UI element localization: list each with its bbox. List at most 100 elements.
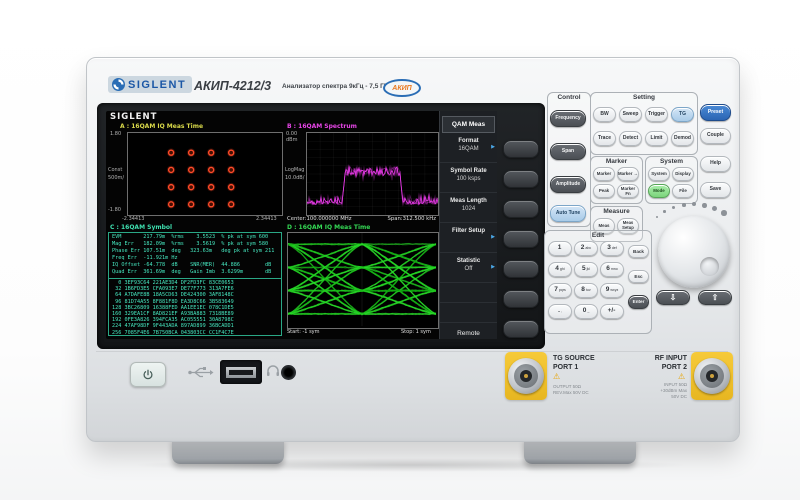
symbol-hex-table: 0 3EF93C64 221AE3D4 DF2FD3FC 83CE0653 32… [112, 280, 234, 336]
knob-dot [692, 202, 696, 206]
softkey-7[interactable] [503, 320, 539, 338]
menu-item-blank [440, 303, 497, 323]
panel-seam [96, 351, 728, 352]
key-0[interactable]: 0_ [574, 304, 598, 319]
esc-button[interactable]: Esc [628, 270, 649, 283]
softkey-3[interactable] [503, 200, 539, 218]
menu-item-symbol-rate: Symbol Rate100 ksps [440, 163, 497, 193]
meas-line: Freq Err -11.921m Hz [112, 255, 274, 262]
setting-section-label: Setting [591, 94, 697, 101]
usb-port-inner [226, 367, 256, 378]
menu-item-label: Format [440, 133, 497, 144]
trace-button[interactable]: Trace [593, 131, 616, 146]
control-section-label: Control [548, 94, 590, 101]
window-a-title: A : 16QAM IQ Meas Time [120, 123, 203, 130]
span-button[interactable]: Span [550, 143, 586, 160]
key-dot[interactable]: ., [548, 304, 572, 319]
siglent-logo: SIGLENT [108, 76, 192, 93]
key-plusminus[interactable]: +/- [600, 304, 624, 319]
menu-item-label: Filter Setup [440, 223, 497, 234]
menu-item-label: Symbol Rate [440, 163, 497, 174]
table-divider [109, 278, 281, 279]
frequency-button[interactable]: Frequency [550, 110, 586, 127]
key-5[interactable]: 5jkl [574, 262, 598, 277]
audio-jack [281, 365, 296, 380]
tg-button[interactable]: TG [671, 107, 694, 122]
key-digit: 5jkl [582, 266, 590, 273]
tg-source-label: TG SOURCE [553, 354, 595, 363]
softkey-4[interactable] [503, 230, 539, 248]
marker-to-button[interactable]: Marker → [617, 167, 639, 181]
tg-port-label: PORT 1 [553, 363, 578, 372]
marker-fn-button[interactable]: Marker Fn [617, 184, 639, 198]
key-1[interactable]: 1 [548, 241, 572, 256]
key-2[interactable]: 2abc [574, 241, 598, 256]
auto-tune-button[interactable]: Auto Tune [550, 205, 586, 222]
akip-badge-text: АКИП [392, 85, 411, 92]
couple-button[interactable]: Couple [700, 128, 731, 144]
tg-source-connector [508, 358, 544, 394]
softkey-2[interactable] [503, 170, 539, 188]
key-7[interactable]: 7pqrs [548, 283, 572, 298]
soft-menu-items: Format16QAM▶Symbol Rate100 kspsMeas Leng… [440, 133, 497, 323]
demod-button[interactable]: Demod [671, 131, 694, 146]
b-span: Span:312.500 kHz [387, 216, 436, 222]
softkey-6[interactable] [503, 290, 539, 308]
down-arrow-button[interactable]: ⇩ [656, 290, 690, 305]
menu-item-value: Off [440, 264, 497, 272]
trigger-button[interactable]: Trigger [645, 107, 668, 122]
sweep-button[interactable]: Sweep [619, 107, 642, 122]
siglent-logo-icon [112, 78, 125, 91]
softkey-1[interactable] [503, 140, 539, 158]
preset-button[interactable]: Preset [700, 104, 731, 121]
d-x-stop: Stop: 1 sym [401, 329, 431, 335]
key-digit: 3def [607, 245, 617, 252]
submenu-arrow-icon: ▶ [491, 264, 495, 270]
key-digit: 2abc [581, 245, 591, 252]
menu-item-value: 1024 [440, 204, 497, 212]
hex-line: 64 A7DAFE8B 18A5CD63 DE424300 3AF8148C [112, 292, 234, 298]
key-9[interactable]: 9wxyz [600, 283, 624, 298]
submenu-arrow-icon: ▶ [491, 234, 495, 240]
system-button[interactable]: System [648, 167, 670, 181]
key-6[interactable]: 6mno [600, 262, 624, 277]
file-button[interactable]: File [672, 184, 694, 198]
constellation-plot-frame [127, 132, 283, 216]
key-3[interactable]: 3def [600, 241, 624, 256]
enter-button[interactable]: Enter [628, 295, 649, 309]
product-photo-stage: SIGLENT АКИП-4212/3 Анализатор спектра 9… [0, 0, 800, 500]
rotary-knob[interactable] [658, 216, 730, 288]
key-8[interactable]: 8tuv [574, 283, 598, 298]
key-digit: 7pqrs [554, 287, 566, 294]
save-button[interactable]: Save [700, 182, 731, 198]
power-button[interactable] [130, 362, 166, 387]
b-ref-unit: dBm [286, 137, 297, 143]
limit-button[interactable]: Limit [645, 131, 668, 146]
eye-diagram-plot [288, 233, 436, 326]
marker-button[interactable]: Marker [593, 167, 615, 181]
headphone-icon [266, 364, 280, 377]
mode-button[interactable]: Mode [648, 184, 670, 198]
knob-dot [672, 206, 675, 209]
brand-wordmark: SIGLENT [128, 79, 186, 91]
peak-button[interactable]: Peak [593, 184, 615, 198]
menu-item-filter-setup: Filter Setup▶ [440, 223, 497, 253]
meas-line: Mag Err 182.09m %rms 3.5619 % pk at sym … [112, 241, 274, 248]
window-c-title: C : 16QAM Symbol [110, 224, 172, 231]
back-button[interactable]: Back [628, 245, 649, 258]
bw-button[interactable]: BW [593, 107, 616, 122]
detect-button[interactable]: Detect [619, 131, 642, 146]
soft-menu: QAM Meas Format16QAM▶Symbol Rate100 ksps… [439, 111, 497, 339]
edit-section-label: Edit [545, 232, 651, 239]
meas-line: Phase Err 107.51m deg 323.63m deg pk at … [112, 248, 274, 255]
softkey-5[interactable] [503, 260, 539, 278]
hex-line: 224 47AF98DF 9F443ADA 897AD899 36BCADD1 [112, 323, 234, 329]
up-arrow-button[interactable]: ⇧ [698, 290, 732, 305]
key-letters: mno [611, 267, 618, 271]
ground-shadow [130, 458, 690, 472]
display-button[interactable]: Display [672, 167, 694, 181]
amplitude-button[interactable]: Amplitude [550, 176, 586, 193]
key-4[interactable]: 4ghi [548, 262, 572, 277]
help-button[interactable]: Help [700, 156, 731, 172]
measure-section-label: Measure [591, 208, 642, 215]
